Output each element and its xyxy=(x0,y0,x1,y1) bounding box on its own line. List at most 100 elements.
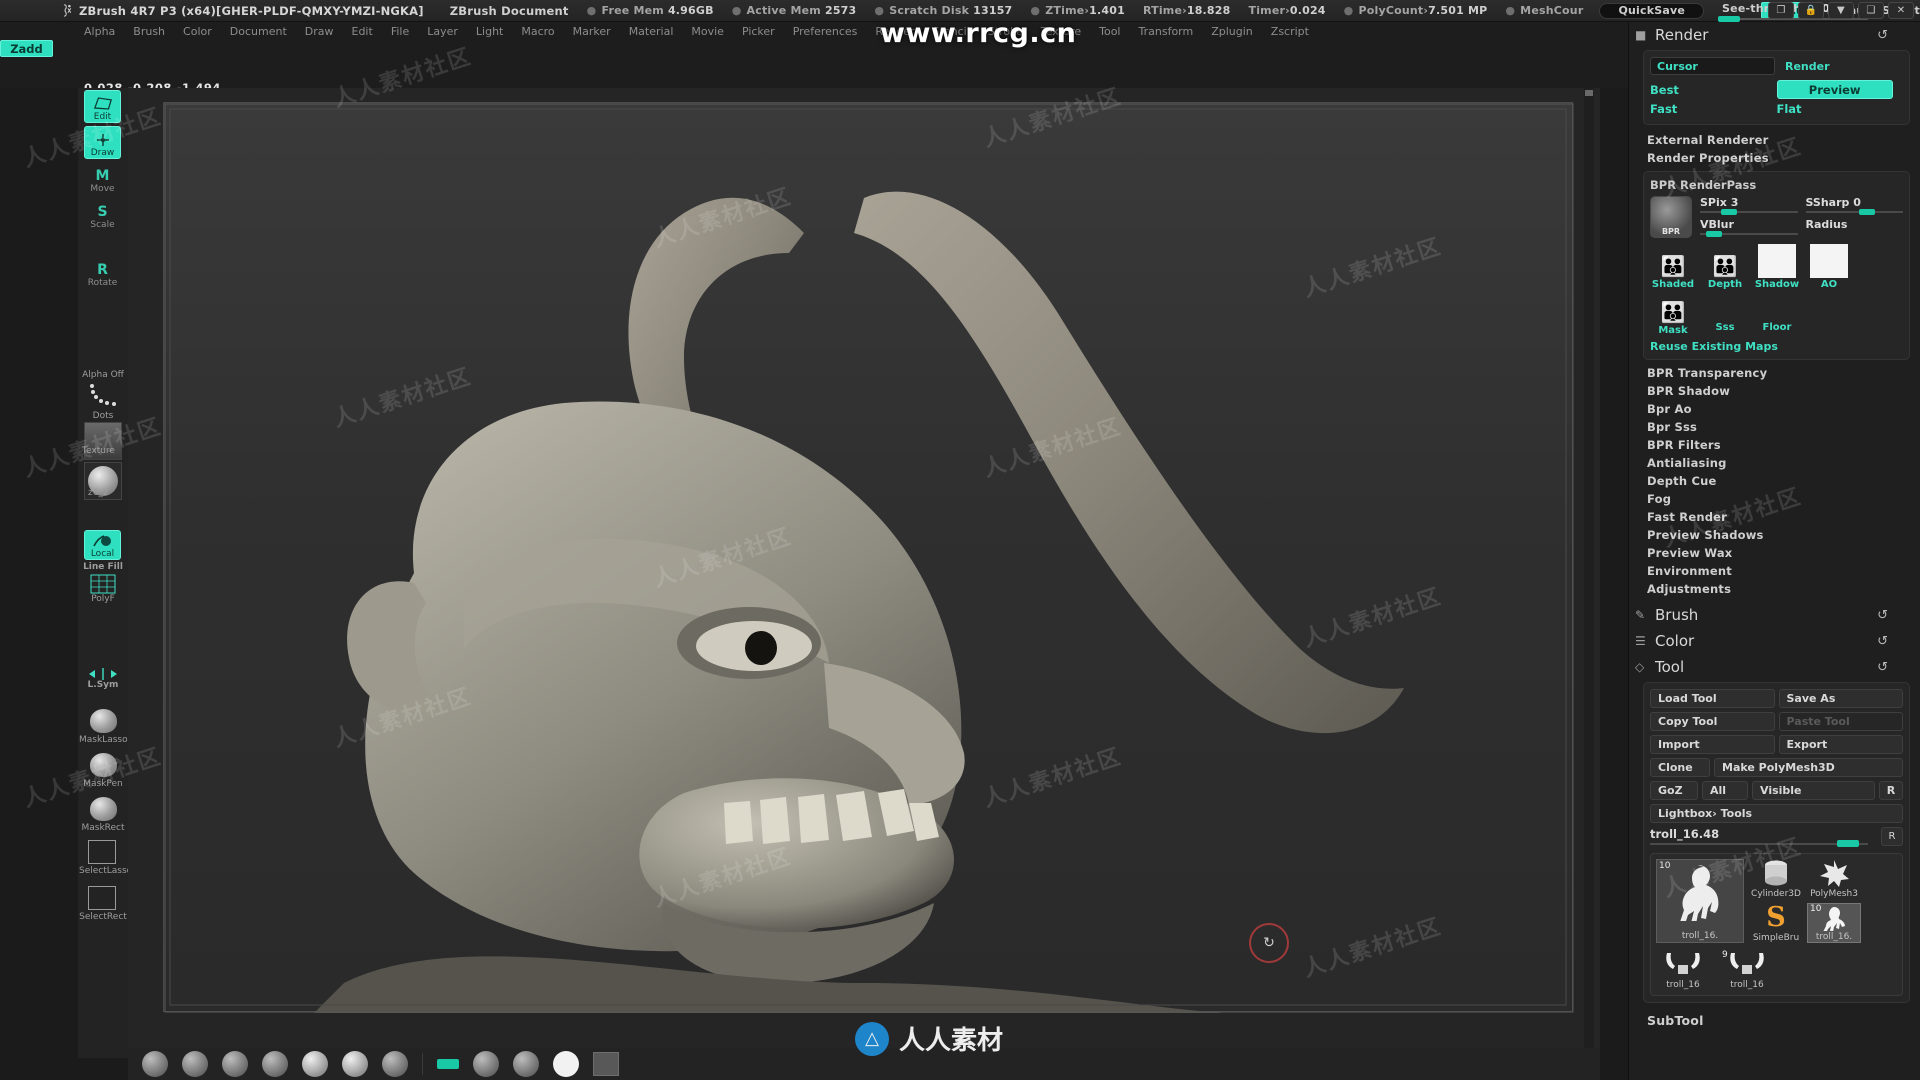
load-tool-button[interactable]: Load Tool xyxy=(1650,689,1775,708)
shelf-material-2[interactable] xyxy=(182,1051,208,1077)
move-button[interactable]: M Move xyxy=(84,162,121,195)
tool-item-slider[interactable]: troll_16.48 R xyxy=(1650,827,1903,847)
pass-mask[interactable]: 👪 Mask xyxy=(1650,296,1696,336)
tool-item-knob[interactable] xyxy=(1837,840,1860,847)
palette-header-tool[interactable]: ◇ Tool ↺ xyxy=(1629,654,1920,680)
pass-shadow[interactable]: Shadow xyxy=(1754,244,1800,290)
subtool-item[interactable]: SubTool xyxy=(1629,1011,1920,1029)
zadd-button[interactable]: Zadd xyxy=(0,40,53,57)
menu-item-zplugin[interactable]: Zplugin xyxy=(1202,25,1262,38)
palette-header-brush[interactable]: ✎ Brush ↺ xyxy=(1629,602,1920,628)
fast-button[interactable]: Fast xyxy=(1650,99,1777,118)
minimize-icon[interactable]: ▼ xyxy=(1828,2,1854,19)
see-through-slider[interactable]: See-through 0 xyxy=(1718,2,1869,22)
menu-item-layer[interactable]: Layer xyxy=(418,25,467,38)
render-reset-icon[interactable]: ↺ xyxy=(1877,28,1888,43)
draw-button[interactable]: Draw xyxy=(84,126,121,159)
all-button[interactable]: All xyxy=(1702,781,1748,800)
render-button[interactable]: Render xyxy=(1778,57,1903,75)
mask-rect-button[interactable] xyxy=(85,794,121,824)
maximize-icon[interactable]: ❑ xyxy=(1858,2,1884,19)
menu-item-movie[interactable]: Movie xyxy=(682,25,733,38)
shelf-material-9[interactable] xyxy=(513,1051,539,1077)
menu-item-alpha[interactable]: Alpha xyxy=(75,25,124,38)
external-renderer-item[interactable]: External Renderer xyxy=(1629,131,1920,149)
shelf-material-1[interactable] xyxy=(142,1051,168,1077)
palette-header-render[interactable]: ■ Render ↺ xyxy=(1629,22,1920,48)
menu-item-edit[interactable]: Edit xyxy=(343,25,382,38)
adjustments-item[interactable]: Adjustments xyxy=(1629,580,1920,598)
ssharp-knob[interactable] xyxy=(1859,209,1876,215)
vblur-knob[interactable] xyxy=(1705,231,1722,237)
bpr-thumbnail[interactable]: BPR xyxy=(1650,196,1692,238)
shelf-square-swatch[interactable] xyxy=(593,1052,619,1076)
best-button[interactable]: Best xyxy=(1650,80,1777,99)
palette-header-color[interactable]: ☰ Color ↺ xyxy=(1629,628,1920,654)
select-rect-icon[interactable] xyxy=(88,886,116,910)
bpr-filters-item[interactable]: BPR Filters xyxy=(1629,436,1920,454)
shelf-material-7[interactable] xyxy=(382,1051,408,1077)
menu-item-material[interactable]: Material xyxy=(620,25,683,38)
lock-icon[interactable]: 🔒 xyxy=(1798,2,1824,19)
preview-shadows-item[interactable]: Preview Shadows xyxy=(1629,526,1920,544)
copy-tool-button[interactable]: Copy Tool xyxy=(1650,712,1775,731)
shelf-material-8[interactable] xyxy=(473,1051,499,1077)
shelf-material-10[interactable] xyxy=(553,1051,579,1077)
edit-button[interactable]: Edit xyxy=(84,90,121,123)
close-icon[interactable]: ✕ xyxy=(1888,2,1914,19)
goz-button[interactable]: GoZ xyxy=(1650,781,1698,800)
canvas-area[interactable]: ↻ xyxy=(128,88,1600,1058)
document-canvas[interactable]: ↻ xyxy=(163,102,1574,1013)
r-button[interactable]: R xyxy=(1879,781,1903,800)
tool-thumb-horns-b[interactable]: 9 troll_16 xyxy=(1720,950,1774,990)
shelf-material-3[interactable] xyxy=(222,1051,248,1077)
vblur-slider[interactable]: VBlur xyxy=(1700,218,1798,238)
shelf-material-4[interactable] xyxy=(262,1051,288,1077)
fast-render-item[interactable]: Fast Render xyxy=(1629,508,1920,526)
spix-knob[interactable] xyxy=(1721,209,1738,215)
quicksave-button[interactable]: QuickSave xyxy=(1599,2,1705,19)
menu-item-file[interactable]: File xyxy=(382,25,418,38)
save-as-button[interactable]: Save As xyxy=(1778,689,1903,708)
shelf-teal-indicator[interactable] xyxy=(437,1059,459,1069)
tool-reset-icon[interactable]: ↺ xyxy=(1877,660,1888,675)
export-button[interactable]: Export xyxy=(1778,735,1903,754)
local-button[interactable]: Local xyxy=(84,530,121,560)
brush-reset-icon[interactable]: ↺ xyxy=(1877,608,1888,623)
reuse-existing-maps-button[interactable]: Reuse Existing Maps xyxy=(1650,340,1903,353)
menu-item-tool[interactable]: Tool xyxy=(1090,25,1129,38)
flat-button[interactable]: Flat xyxy=(1777,99,1904,118)
render-properties-item[interactable]: Render Properties xyxy=(1629,149,1920,167)
select-lasso-icon[interactable] xyxy=(88,840,116,864)
scale-button[interactable]: S Scale xyxy=(84,198,121,231)
menu-item-transform[interactable]: Transform xyxy=(1130,25,1203,38)
shelf-material-6[interactable] xyxy=(342,1051,368,1077)
menu-item-document[interactable]: Document xyxy=(221,25,296,38)
menu-item-macro[interactable]: Macro xyxy=(512,25,563,38)
see-through-knob[interactable] xyxy=(1718,15,1741,22)
depth-cue-item[interactable]: Depth Cue xyxy=(1629,472,1920,490)
menu-item-picker[interactable]: Picker xyxy=(733,25,784,38)
color-reset-icon[interactable]: ↺ xyxy=(1877,634,1888,649)
preview-button[interactable]: Preview xyxy=(1776,80,1893,99)
menu-item-color[interactable]: Color xyxy=(174,25,221,38)
menu-item-marker[interactable]: Marker xyxy=(564,25,620,38)
radius-slider[interactable]: Radius xyxy=(1806,218,1904,238)
mask-lasso-button[interactable] xyxy=(85,706,121,736)
tool-thumb-troll-pose[interactable]: 10 troll_16. xyxy=(1807,903,1861,943)
restore-icon[interactable]: ❐ xyxy=(1768,2,1794,19)
bpr-ao-item[interactable]: Bpr Ao xyxy=(1629,400,1920,418)
lightbox-tools-button[interactable]: Lightbox› Tools xyxy=(1650,804,1903,823)
pass-sss[interactable]: Sss xyxy=(1702,321,1748,336)
spix-slider[interactable]: SPix 3 xyxy=(1700,196,1798,216)
visible-button[interactable]: Visible xyxy=(1752,781,1875,800)
menu-item-draw[interactable]: Draw xyxy=(296,25,343,38)
pass-shaded[interactable]: 👪 Shaded xyxy=(1650,250,1696,290)
bpr-sss-item[interactable]: Bpr Sss xyxy=(1629,418,1920,436)
pass-floor[interactable]: Floor xyxy=(1754,321,1800,336)
import-button[interactable]: Import xyxy=(1650,735,1775,754)
clone-button[interactable]: Clone xyxy=(1650,758,1710,777)
menu-item-preferences[interactable]: Preferences xyxy=(784,25,867,38)
tool-item-r-button[interactable]: R xyxy=(1881,827,1903,846)
tool-thumb-simplebrush[interactable]: S SimpleBru xyxy=(1749,902,1803,944)
